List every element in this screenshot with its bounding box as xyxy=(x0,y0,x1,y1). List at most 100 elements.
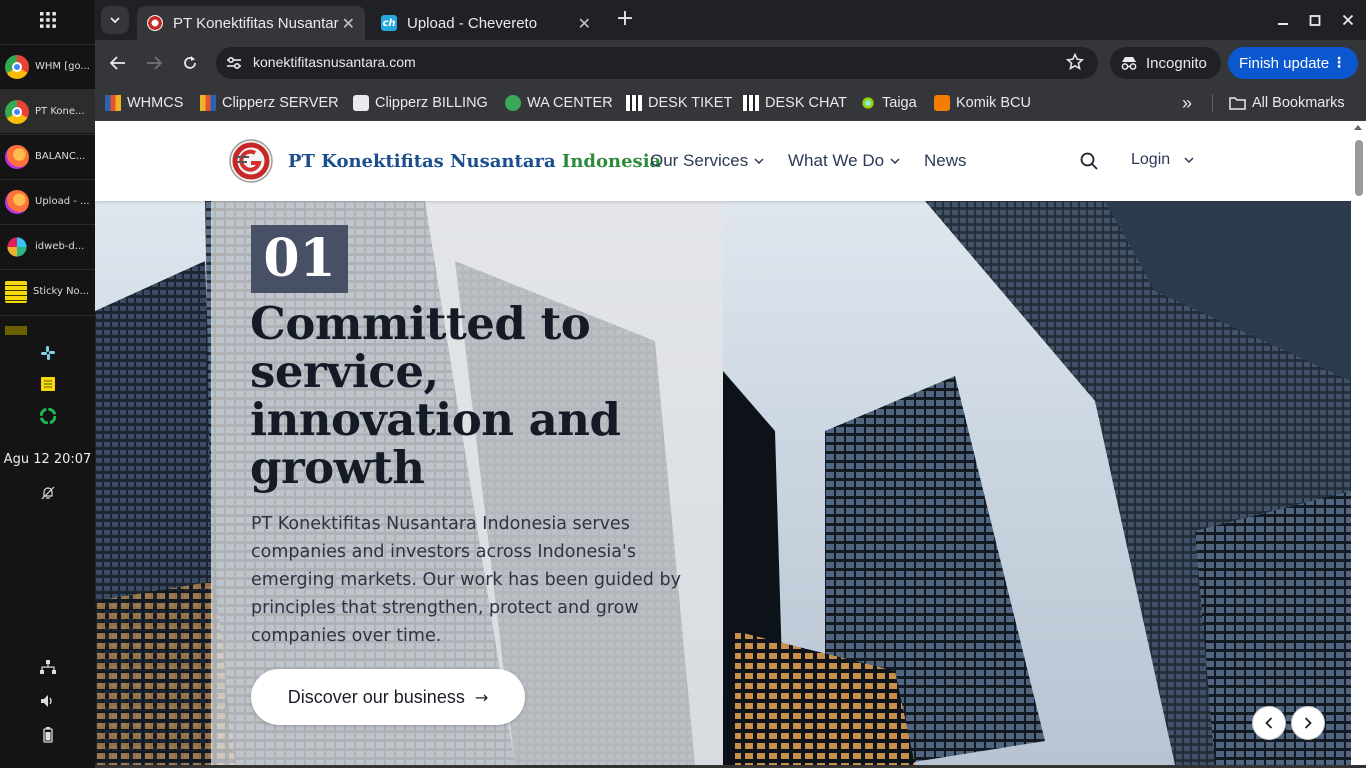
search-icon[interactable] xyxy=(1079,151,1099,171)
bookmark-whmcs[interactable]: WHMCS xyxy=(105,91,183,115)
battery-icon xyxy=(42,727,53,743)
taskbar-dock: WHM [go... PT Kone... BALANC... Upload -… xyxy=(0,0,95,768)
maximize-button[interactable] xyxy=(1302,8,1328,32)
task-label: idweb-d... xyxy=(35,241,85,252)
taiga-icon xyxy=(860,95,876,111)
login-menu[interactable]: Login xyxy=(1131,151,1194,169)
more-vert-icon: ⋮ xyxy=(1332,55,1346,71)
address-bar[interactable]: konektifitasnusantara.com xyxy=(216,47,1098,79)
back-button[interactable] xyxy=(104,49,132,77)
task-item-idweb[interactable]: idweb-d... xyxy=(0,224,95,268)
tab-search-button[interactable] xyxy=(101,6,129,34)
task-item-pt-konektifitas[interactable]: PT Kone... xyxy=(0,89,95,133)
bookmark-desk-tiket[interactable]: DESK TIKET xyxy=(626,91,732,115)
bookmark-taiga[interactable]: Taiga xyxy=(860,91,917,115)
sticky-notes-icon xyxy=(40,377,55,391)
site-logo-favicon-icon xyxy=(147,15,163,31)
bookmark-label: WA CENTER xyxy=(527,95,613,111)
close-tab-icon[interactable]: ✕ xyxy=(342,14,355,33)
network-icon xyxy=(39,660,56,674)
site-info-button[interactable] xyxy=(224,53,244,73)
company-logo-icon[interactable] xyxy=(229,139,273,183)
task-item-whm[interactable]: WHM [go... xyxy=(0,44,95,88)
new-tab-button[interactable]: + xyxy=(614,8,636,32)
hero-headline: Committed to service, innovation and gro… xyxy=(250,297,621,494)
slider-next-button[interactable] xyxy=(1291,706,1325,740)
tab-strip: PT Konektifitas Nusantara Indonesia ✕ ch… xyxy=(95,0,1366,40)
chrome-icon xyxy=(5,54,29,79)
bookmark-clipperz-server[interactable]: Clipperz SERVER xyxy=(200,91,339,115)
task-label: Upload - ... xyxy=(35,196,90,207)
slider-prev-button[interactable] xyxy=(1252,706,1286,740)
scrollbar-thumb[interactable] xyxy=(1355,140,1363,196)
bookmark-desk-chat[interactable]: DESK CHAT xyxy=(743,91,847,115)
app-grid-button[interactable] xyxy=(0,0,95,40)
nav-news[interactable]: News xyxy=(924,151,967,171)
reload-button[interactable] xyxy=(176,49,204,77)
chevron-double-right-icon: » xyxy=(1182,92,1193,113)
tray-battery[interactable] xyxy=(0,726,95,744)
tray-sticky-notes[interactable] xyxy=(0,375,95,393)
bookmark-label: Komik BCU xyxy=(956,95,1031,111)
tray-volume[interactable] xyxy=(0,692,95,710)
tab-pt-konektifitas[interactable]: PT Konektifitas Nusantara Indonesia ✕ xyxy=(137,6,365,40)
arrow-right-icon: → xyxy=(474,687,489,707)
close-window-button[interactable] xyxy=(1335,8,1361,32)
chevron-left-icon xyxy=(1265,717,1273,729)
incognito-label: Incognito xyxy=(1146,54,1207,72)
bookmark-star-button[interactable] xyxy=(1065,52,1085,75)
chevron-down-icon xyxy=(110,17,120,23)
site-header: PT Konektifitas Nusantara Indonesia Our … xyxy=(95,121,1351,201)
tray-network[interactable] xyxy=(0,658,95,676)
tab-title: PT Konektifitas Nusantara Indonesia xyxy=(173,14,339,32)
bookmark-label: WHMCS xyxy=(127,95,184,111)
task-item-partial[interactable] xyxy=(0,315,95,335)
bookmark-komik-bcu[interactable]: Komik BCU xyxy=(934,91,1031,115)
bookmarks-overflow-button[interactable]: » xyxy=(1182,91,1192,115)
incognito-icon xyxy=(1121,57,1137,70)
tray-recycle[interactable] xyxy=(0,407,95,425)
minimize-button[interactable] xyxy=(1270,8,1296,32)
tab-upload-chevereto[interactable]: ch Upload - Chevereto ✕ xyxy=(371,6,601,40)
brand-name-part2: Indonesia xyxy=(561,151,662,172)
page-scrollbar[interactable] xyxy=(1351,121,1366,768)
task-item-upload[interactable]: Upload - ... xyxy=(0,179,95,223)
nav-label: What We Do xyxy=(788,151,885,170)
bookmark-wa-center[interactable]: WA CENTER xyxy=(505,91,613,115)
minimize-icon xyxy=(1278,23,1288,25)
discover-business-button[interactable]: Discover our business → xyxy=(251,669,525,725)
blogger-icon xyxy=(934,95,950,111)
finish-update-button[interactable]: Finish update ⋮ xyxy=(1228,47,1358,79)
brand-name[interactable]: PT Konektifitas Nusantara Indonesia xyxy=(288,151,661,172)
star-outline-icon xyxy=(1065,52,1085,71)
hero-description: PT Konektifitas Nusantara Indonesia serv… xyxy=(251,514,681,646)
app-grid-icon xyxy=(39,12,56,28)
bookmark-label: Clipperz SERVER xyxy=(222,95,339,111)
nav-our-services[interactable]: Our Services xyxy=(650,151,764,171)
clipperz-icon xyxy=(200,95,216,111)
brand-name-part1: PT Konektifitas Nusantara xyxy=(288,151,556,172)
scroll-up-arrow-icon[interactable] xyxy=(1354,125,1362,130)
task-label: PT Kone... xyxy=(35,106,85,117)
web-page: PT Konektifitas Nusantara Indonesia Our … xyxy=(95,121,1351,765)
cta-label: Discover our business xyxy=(287,686,465,707)
task-label: WHM [go... xyxy=(35,61,90,72)
forward-button[interactable] xyxy=(140,49,168,77)
bookmark-clipperz-billing[interactable]: Clipperz BILLING xyxy=(353,91,488,115)
tray-slack[interactable] xyxy=(0,344,95,362)
close-tab-icon[interactable]: ✕ xyxy=(578,14,591,33)
chevereto-favicon-icon: ch xyxy=(381,15,397,31)
task-item-balance[interactable]: BALANC... xyxy=(0,134,95,178)
tray-notifications-muted[interactable] xyxy=(0,484,95,502)
slide-number-badge: 01 xyxy=(251,225,348,293)
all-bookmarks-button[interactable]: All Bookmarks xyxy=(1229,91,1345,115)
chrome-icon xyxy=(5,99,29,124)
clock[interactable]: Agu 12 20:07 xyxy=(0,452,95,467)
gear-star-icon xyxy=(353,95,369,111)
nav-what-we-do[interactable]: What We Do xyxy=(788,151,900,171)
login-label: Login xyxy=(1131,151,1171,168)
incognito-indicator[interactable]: Incognito xyxy=(1110,47,1221,79)
chevron-down-icon xyxy=(754,158,764,164)
whmcs-icon xyxy=(105,95,121,111)
task-item-sticky-notes[interactable]: Sticky No... xyxy=(0,269,95,313)
